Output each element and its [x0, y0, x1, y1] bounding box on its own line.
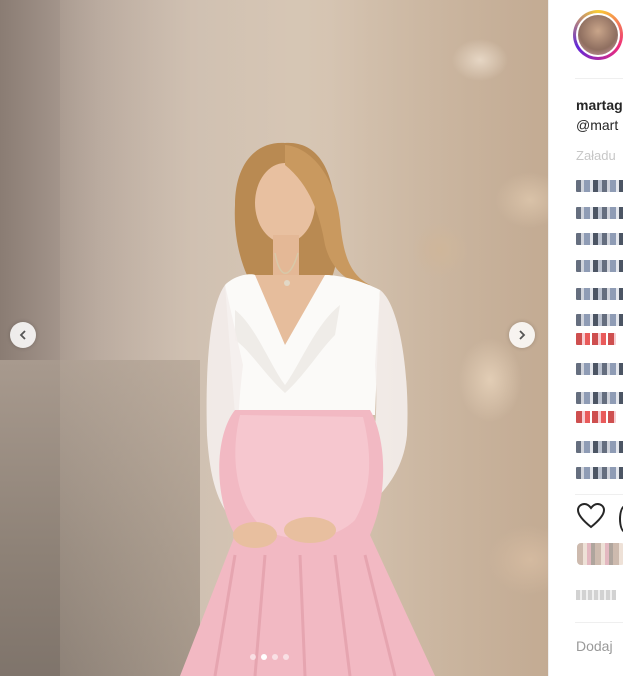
pixelated-comment — [576, 333, 616, 345]
user-handle[interactable]: @mart — [576, 117, 618, 133]
carousel-dot-active — [261, 654, 267, 660]
pixelated-comment — [576, 467, 623, 479]
carousel-indicator — [250, 654, 289, 660]
comment-icon[interactable] — [619, 505, 623, 533]
chevron-right-icon — [519, 330, 526, 340]
pixelated-comment — [576, 288, 623, 300]
pixelated-comment — [576, 392, 623, 404]
next-slide-button[interactable] — [509, 322, 535, 348]
prev-slide-button[interactable] — [10, 322, 36, 348]
divider — [575, 494, 623, 495]
add-comment-input[interactable]: Dodaj — [576, 638, 613, 654]
avatar[interactable] — [573, 10, 623, 60]
pixelated-comment — [576, 260, 623, 272]
pixelated-comment — [576, 411, 616, 423]
pixelated-comment — [576, 314, 623, 326]
divider — [575, 78, 623, 79]
heart-icon[interactable] — [577, 503, 605, 529]
post-timestamp — [576, 590, 616, 600]
carousel-dot — [250, 654, 256, 660]
pixelated-comment — [576, 207, 623, 219]
post-sidebar: martag @mart Załadu Dodaj — [548, 0, 623, 676]
post-image-viewer — [0, 0, 548, 676]
pixelated-comment — [576, 233, 623, 245]
pregnant-woman-photo — [180, 142, 435, 676]
chevron-left-icon — [19, 330, 26, 340]
loading-text: Załadu — [576, 148, 616, 163]
carousel-dot — [272, 654, 278, 660]
pixelated-comment — [576, 180, 623, 192]
username-link[interactable]: martag — [576, 97, 623, 113]
pixelated-comment — [576, 441, 623, 453]
liked-by-avatars[interactable] — [577, 543, 623, 565]
carousel-dot — [283, 654, 289, 660]
divider — [575, 622, 623, 623]
pixelated-comment — [576, 363, 623, 375]
